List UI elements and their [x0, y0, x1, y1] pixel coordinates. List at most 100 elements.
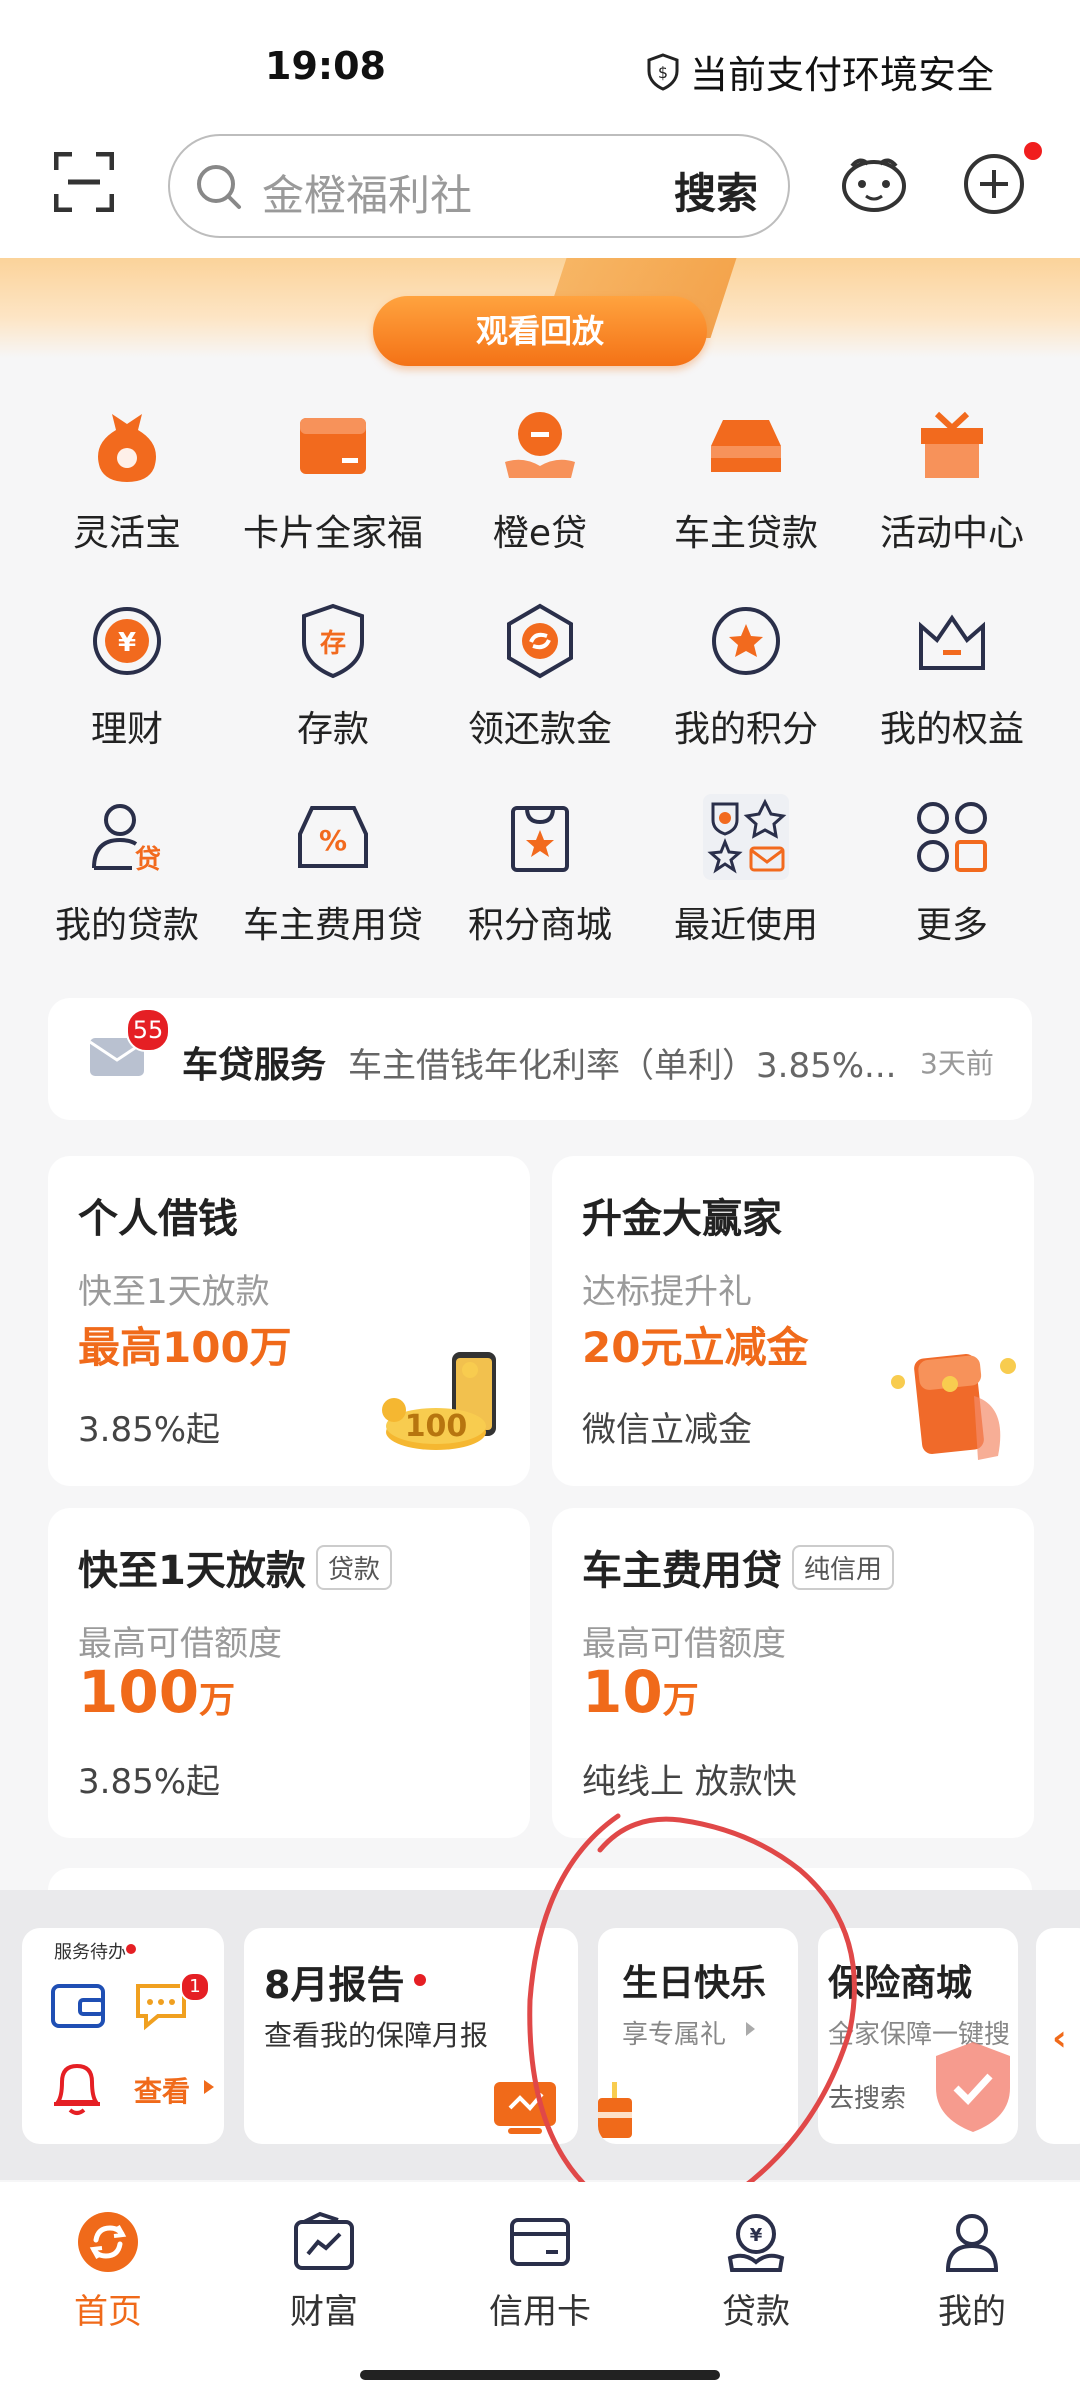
amount-value: 10: [582, 1658, 663, 1726]
card-title: 车主费用贷: [582, 1548, 782, 1594]
grid-item-label: 车主贷款: [673, 513, 818, 554]
amount-value: 100: [78, 1658, 200, 1726]
card-title: 快至1天放款: [78, 1548, 306, 1594]
grid-item-cheng-e-loan[interactable]: 橙e贷: [440, 400, 640, 556]
arrow-right-icon: [204, 2080, 214, 2094]
shield-check-icon: [936, 2042, 1010, 2132]
grid-item-label: 领还款金: [467, 709, 612, 750]
svg-text:%: %: [319, 824, 347, 857]
scan-icon[interactable]: [54, 152, 114, 212]
nav-label: 我的: [938, 2292, 1006, 2332]
nav-label: 贷款: [722, 2292, 790, 2332]
grid-item-card-family[interactable]: 卡片全家福: [233, 400, 433, 556]
service-todo-card[interactable]: 服务待办 1 查看: [22, 1928, 224, 2144]
money-bag-icon: [98, 414, 156, 482]
watch-replay-button[interactable]: 观看回放: [373, 296, 707, 366]
card-footnote: 纯线上 放款快: [582, 1762, 797, 1802]
svg-text:¥: ¥: [750, 2225, 763, 2246]
annotation-circle: [527, 1813, 857, 2218]
card-amount: 100万: [78, 1658, 235, 1726]
car-icon: [711, 420, 781, 472]
todo-label: 服务待办: [54, 1942, 126, 1963]
grid-item-label: 橙e贷: [492, 513, 588, 554]
payment-security-indicator: $ 当前支付环境安全: [646, 44, 994, 99]
more-grid-icon: [917, 802, 987, 872]
nav-credit-card[interactable]: 信用卡: [460, 2210, 620, 2333]
nav-wealth[interactable]: 财富: [244, 2210, 404, 2333]
bell-icon: [54, 2063, 100, 2115]
home-indicator[interactable]: [360, 2370, 720, 2380]
add-icon[interactable]: [962, 152, 1026, 216]
card-amount: 10万: [582, 1658, 699, 1726]
assistant-robot-icon[interactable]: [838, 152, 910, 218]
card-footnote: 微信立减金: [582, 1410, 752, 1450]
grid-item-label: 我的权益: [879, 709, 1024, 750]
wallet-icon: [51, 1984, 105, 2028]
card-title: 个人借钱: [78, 1196, 238, 1242]
profile-icon: [945, 2214, 999, 2272]
star-coin-icon: [712, 607, 780, 675]
nav-label: 首页: [74, 2292, 142, 2332]
grid-item-points-mall[interactable]: 积分商城: [440, 792, 640, 948]
grid-item-my-loans[interactable]: 贷 我的贷款: [27, 792, 227, 948]
grid-item-linghuobao[interactable]: 灵活宝: [27, 400, 227, 556]
card-car-expense-loan[interactable]: 车主费用贷 纯信用 最高可借额度 10万 纯线上 放款快: [552, 1508, 1034, 1838]
card-highlight: 20元立减金: [582, 1323, 809, 1372]
card-title-row: 车主费用贷 纯信用: [582, 1538, 895, 1596]
svg-text:$: $: [658, 63, 668, 82]
report-dot: [414, 1974, 426, 1986]
message-preview: 车主借钱年化利率（单利）3.85%...: [348, 1046, 897, 1086]
card-fast-loan[interactable]: 快至1天放款 贷款 最高可借额度 100万 3.85%起: [48, 1508, 530, 1838]
nav-home[interactable]: 首页: [28, 2210, 188, 2333]
grid-item-deposit[interactable]: 存 存款: [233, 596, 433, 752]
card-title: 升金大赢家: [582, 1196, 782, 1242]
card-upgrade-winner[interactable]: 升金大赢家 达标提升礼 20元立减金 微信立减金: [552, 1156, 1034, 1486]
credit-card-icon: [510, 2218, 570, 2266]
search-bar[interactable]: 金橙福利社 搜索: [168, 134, 790, 238]
grid-item-activity-center[interactable]: 活动中心: [852, 400, 1052, 556]
shield-icon: $: [647, 52, 679, 91]
todo-view-link[interactable]: 查看: [134, 2070, 190, 2110]
grid-item-label: 积分商城: [467, 905, 612, 946]
nav-profile[interactable]: 我的: [892, 2210, 1052, 2333]
message-category: 车贷服务: [182, 1045, 327, 1086]
grid-item-label: 更多: [915, 905, 988, 946]
deposit-shield-icon: 存: [302, 603, 364, 679]
svg-text:存: 存: [320, 629, 346, 659]
card-title-row: 快至1天放款 贷款: [78, 1538, 392, 1596]
grid-item-label: 活动中心: [879, 513, 1024, 554]
todo-badge: 1: [180, 1972, 210, 2002]
todo-dot: [126, 1944, 136, 1954]
car-percent-icon: %: [298, 806, 368, 868]
notification-dot: [1024, 142, 1042, 160]
card-subtitle: 快至1天放款: [78, 1272, 270, 1312]
hand-coin-icon: [505, 412, 575, 478]
search-icon: [197, 165, 241, 209]
card-wallet-icon: [300, 418, 366, 474]
card-tag: 贷款: [315, 1544, 392, 1590]
grid-item-label: 存款: [296, 709, 369, 750]
grid-item-more[interactable]: 更多: [852, 792, 1052, 948]
grid-item-repayment-bonus[interactable]: 领还款金: [440, 596, 640, 752]
message-notice-bar[interactable]: 55 车贷服务 车主借钱年化利率（单利）3.85%... 3天前: [48, 998, 1032, 1120]
grid-item-my-benefits[interactable]: 我的权益: [852, 596, 1052, 752]
svg-text:¥: ¥: [118, 628, 136, 658]
scroll-left-icon[interactable]: ‹: [1052, 2018, 1067, 2059]
grid-item-car-loan[interactable]: 车主贷款: [646, 400, 846, 556]
card-tag: 纯信用: [792, 1544, 895, 1590]
grid-item-my-points[interactable]: 我的积分: [646, 596, 846, 752]
grid-item-wealth-management[interactable]: ¥ 理财: [27, 596, 227, 752]
nav-loan[interactable]: ¥ 贷款: [676, 2210, 836, 2333]
card-personal-loan[interactable]: 个人借钱 快至1天放款 最高100万 3.85%起 100: [48, 1156, 530, 1486]
grid-item-label: 最近使用: [673, 905, 818, 946]
grid-item-car-expense-loan[interactable]: % 车主费用贷: [233, 792, 433, 948]
grid-item-recently-used[interactable]: 最近使用: [646, 792, 846, 948]
gift-icon: [921, 411, 983, 478]
grid-item-label: 车主费用贷: [242, 905, 423, 946]
search-button[interactable]: 搜索: [674, 160, 758, 221]
loan-icon: ¥: [727, 2214, 785, 2272]
service-more-card[interactable]: ‹: [1036, 1928, 1080, 2144]
card-footnote: 3.85%起: [78, 1762, 221, 1802]
home-icon: [78, 2212, 138, 2272]
search-input[interactable]: 金橙福利社: [262, 162, 472, 223]
